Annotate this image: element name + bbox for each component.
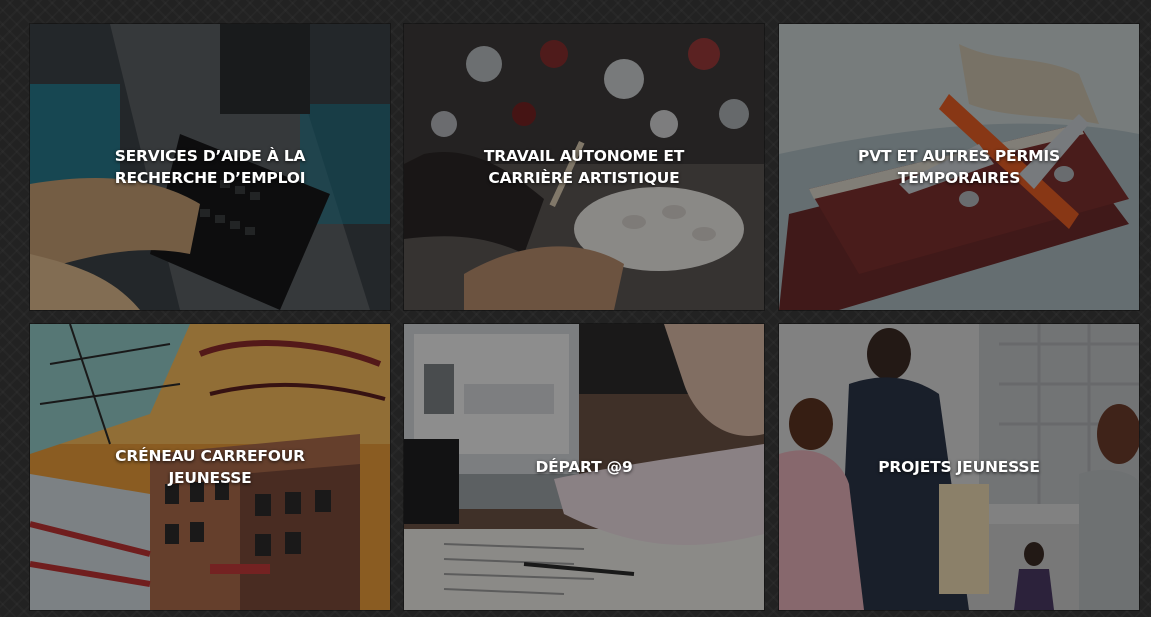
tile-label: CRÉNEAU CARREFOUR JEUNESSE	[115, 447, 305, 487]
tile-creneau-carrefour[interactable]: CRÉNEAU CARREFOUR JEUNESSE	[30, 324, 390, 610]
tile-label: SERVICES D’AIDE À LA RECHERCHE D’EMPLOI	[114, 147, 306, 187]
tile-depart-9[interactable]: DÉPART @9	[404, 324, 764, 610]
tile-label: PROJETS JEUNESSE	[878, 458, 1040, 476]
tile-pvt-permis[interactable]: PVT ET AUTRES PERMIS TEMPORAIRES	[779, 24, 1139, 310]
tile-travail-autonome[interactable]: TRAVAIL AUTONOME ET CARRIÈRE ARTISTIQUE	[404, 24, 764, 310]
tile-label: PVT ET AUTRES PERMIS TEMPORAIRES	[858, 147, 1060, 187]
tile-label: DÉPART @9	[535, 458, 633, 476]
tile-services-aide-emploi[interactable]: SERVICES D’AIDE À LA RECHERCHE D’EMPLOI	[30, 24, 390, 310]
tile-label: TRAVAIL AUTONOME ET CARRIÈRE ARTISTIQUE	[483, 147, 685, 187]
tile-projets-jeunesse[interactable]: PROJETS JEUNESSE	[779, 324, 1139, 610]
page: SERVICES D’AIDE À LA RECHERCHE D’EMPLOI	[0, 0, 1151, 617]
